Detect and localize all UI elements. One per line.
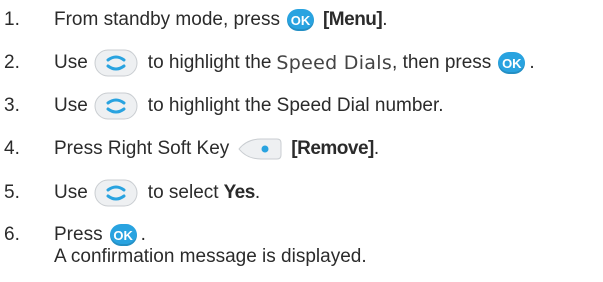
step-tail: . [529,52,535,73]
step-text: to highlight the Speed Dial number. [147,95,444,116]
step-tail: . [140,224,146,245]
step-2: 2. Use to highlight the Speed Dials , th… [0,46,603,80]
step-number: 3. [4,95,20,116]
step-text: Press [54,224,103,245]
step-text: Use [54,95,88,116]
confirmation-note: A confirmation message is displayed. [54,246,367,267]
navigation-key-icon [94,49,138,77]
step-number: 1. [4,9,20,30]
instruction-steps: 1. From standby mode, press OK [Menu] . … [0,0,603,282]
step-number: 2. [4,52,20,73]
menu-label: [Menu] [322,9,383,30]
step-1: 1. From standby mode, press OK [Menu] . [0,3,603,37]
step-text: to select [147,182,219,203]
ok-button-icon: OK [286,9,314,31]
navigation-key-icon [94,92,138,120]
step-number: 4. [4,138,20,159]
step-tail: . [373,138,380,159]
step-number: 6. [4,224,20,245]
step-3: 3. Use to highlight the Speed Dial numbe… [0,89,603,123]
speed-dials-menu-item: Speed Dials [276,52,393,74]
step-text: Use [54,52,88,73]
yes-label: Yes [223,182,256,203]
right-soft-key-icon [237,137,283,161]
step-4: 4. Press Right Soft Key [Remove] . [0,132,603,166]
step-text: , then press [392,52,492,73]
step-text: Press Right Soft Key [54,138,230,159]
step-5: 5. Use to select Yes . [0,176,603,210]
step-text: to highlight the [147,52,272,73]
step-text: Use [54,182,88,203]
remove-label: [Remove] [291,138,374,159]
navigation-key-icon [94,179,138,207]
ok-button-icon: OK [109,224,137,246]
step-text: From standby mode, press [54,9,280,30]
step-number: 5. [4,182,20,203]
ok-button-icon: OK [498,52,526,74]
step-tail: . [382,9,388,30]
step-tail: . [254,182,261,203]
